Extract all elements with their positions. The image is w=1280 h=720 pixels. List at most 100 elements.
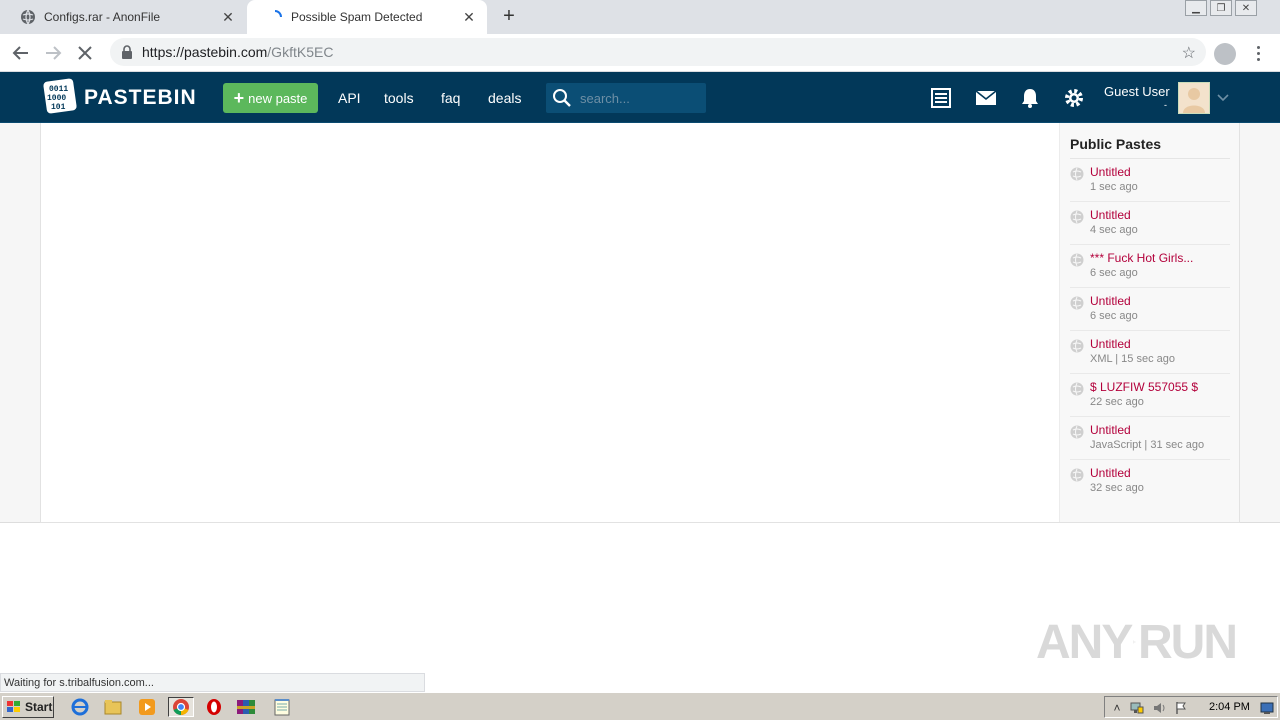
chevron-down-icon[interactable]	[1216, 90, 1230, 104]
watermark-right: RUN	[1138, 615, 1238, 669]
list-item: Untitled 6 sec ago	[1070, 288, 1230, 331]
anyrun-watermark: ANY RUN	[1036, 612, 1238, 672]
paste-meta: 1 sec ago	[1090, 181, 1138, 193]
file-explorer-icon[interactable]	[103, 697, 123, 717]
start-button[interactable]: Start	[2, 696, 54, 718]
notepad-icon[interactable]	[272, 697, 292, 717]
tray-expand-icon[interactable]: ˄	[1109, 700, 1125, 716]
url-text: https://pastebin.com/GkftK5EC	[142, 44, 333, 60]
opera-icon[interactable]	[204, 697, 224, 717]
bookmark-star-icon[interactable]: ☆	[1182, 43, 1196, 63]
globe-icon	[1070, 339, 1084, 353]
pastebin-header: 0011 1000 101 PASTEBIN + new paste API t…	[0, 72, 1280, 123]
tab-configs-rar[interactable]: Configs.rar - AnonFile ✕	[0, 0, 246, 34]
list-item: Untitled 1 sec ago	[1070, 159, 1230, 202]
paste-meta: 6 sec ago	[1090, 310, 1138, 322]
paste-meta: 32 sec ago	[1090, 482, 1144, 494]
back-arrow-icon[interactable]	[10, 42, 32, 64]
close-tab-icon[interactable]: ✕	[220, 9, 236, 25]
forward-arrow-icon[interactable]	[42, 42, 64, 64]
stop-loading-icon[interactable]	[74, 42, 96, 64]
search-input[interactable]	[580, 90, 690, 106]
url-path: /GkftK5EC	[267, 44, 334, 60]
guest-user-name[interactable]: Guest User	[1104, 84, 1170, 99]
paste-title-link[interactable]: *** Fuck Hot Girls...	[1090, 251, 1193, 265]
public-pastes-sidebar: Public Pastes Untitled 1 sec ago Untitle…	[1059, 123, 1239, 522]
new-paste-label: new paste	[248, 90, 308, 106]
lock-icon	[120, 45, 134, 59]
globe-icon	[1070, 425, 1084, 439]
guest-user-sub: -	[1164, 100, 1167, 110]
list-item: Untitled 32 sec ago	[1070, 460, 1230, 503]
tab-possible-spam[interactable]: Possible Spam Detected ✕	[247, 0, 487, 34]
action-center-flag-icon[interactable]	[1173, 700, 1189, 716]
system-tray: ˄ 2:04 PM	[1104, 696, 1278, 718]
globe-icon	[1070, 382, 1084, 396]
list-item: Untitled XML | 15 sec ago	[1070, 331, 1230, 374]
volume-icon[interactable]	[1151, 700, 1167, 716]
globe-icon	[1070, 296, 1084, 310]
paste-title-link[interactable]: Untitled	[1090, 423, 1131, 437]
globe-icon	[20, 9, 36, 25]
browser-toolbar: https://pastebin.com/GkftK5EC ☆	[0, 34, 1280, 72]
plus-icon: +	[233, 88, 245, 108]
windows-logo-icon	[7, 701, 20, 712]
svg-text:0011: 0011	[49, 85, 68, 94]
close-tab-icon[interactable]: ✕	[461, 9, 477, 25]
paste-title-link[interactable]: Untitled	[1090, 294, 1131, 308]
nav-faq[interactable]: faq	[441, 90, 460, 106]
globe-icon	[1070, 468, 1084, 482]
minimize-icon[interactable]: ▁	[1185, 0, 1207, 16]
browser-status-bubble: Waiting for s.tribalfusion.com...	[0, 673, 425, 692]
svg-text:1000: 1000	[47, 94, 66, 103]
nav-tools[interactable]: tools	[384, 90, 414, 106]
close-window-icon[interactable]: ✕	[1235, 0, 1257, 16]
nav-api[interactable]: API	[338, 90, 361, 106]
notification-bell-icon[interactable]	[1018, 86, 1042, 110]
paste-meta: 4 sec ago	[1090, 224, 1138, 236]
paste-title-link[interactable]: Untitled	[1090, 208, 1131, 222]
sidebar-title: Public Pastes	[1070, 136, 1162, 152]
watermark-left: ANY	[1036, 615, 1133, 669]
browser-tab-strip: Configs.rar - AnonFile ✕ Possible Spam D…	[0, 0, 1280, 34]
show-desktop-icon[interactable]	[1259, 700, 1275, 716]
restore-icon[interactable]: ❐	[1210, 0, 1232, 16]
chrome-icon[interactable]	[168, 697, 194, 717]
window-controls: ▁ ❐ ✕	[1182, 0, 1257, 18]
pastebin-logo-icon[interactable]: 0011 1000 101	[42, 77, 78, 115]
search-box	[546, 83, 706, 113]
network-icon[interactable]	[1129, 700, 1145, 716]
url-host: https://pastebin.com	[142, 44, 268, 60]
play-logo-icon	[1133, 640, 1136, 644]
brand-name[interactable]: PASTEBIN	[84, 86, 197, 110]
paste-meta: XML | 15 sec ago	[1090, 353, 1175, 365]
new-paste-button[interactable]: + new paste	[223, 83, 318, 113]
svg-text:101: 101	[51, 103, 66, 112]
list-item: *** Fuck Hot Girls... 6 sec ago	[1070, 245, 1230, 288]
search-icon[interactable]	[552, 88, 572, 108]
tab-title: Possible Spam Detected	[291, 10, 423, 24]
profile-avatar-icon[interactable]	[1214, 43, 1236, 65]
paste-title-link[interactable]: $ LUZFIW 557055 $	[1090, 380, 1198, 394]
taskbar-clock[interactable]: 2:04 PM	[1209, 701, 1250, 713]
new-tab-button[interactable]: +	[498, 6, 520, 28]
my-pastes-list-icon[interactable]	[929, 86, 953, 110]
internet-explorer-icon[interactable]	[70, 697, 90, 717]
paste-title-link[interactable]: Untitled	[1090, 165, 1131, 179]
user-avatar[interactable]	[1178, 82, 1210, 114]
browser-menu-icon[interactable]	[1252, 42, 1264, 64]
list-item: Untitled 4 sec ago	[1070, 202, 1230, 245]
winrar-icon[interactable]	[236, 697, 256, 717]
address-bar[interactable]: https://pastebin.com/GkftK5EC ☆	[110, 38, 1206, 66]
media-player-icon[interactable]	[137, 697, 157, 717]
list-item: $ LUZFIW 557055 $ 22 sec ago	[1070, 374, 1230, 417]
paste-meta: 22 sec ago	[1090, 396, 1144, 408]
mail-envelope-icon[interactable]	[974, 86, 998, 110]
paste-title-link[interactable]: Untitled	[1090, 337, 1131, 351]
nav-deals[interactable]: deals	[488, 90, 521, 106]
settings-gear-icon[interactable]	[1062, 86, 1086, 110]
paste-meta: JavaScript | 31 sec ago	[1090, 439, 1205, 451]
paste-title-link[interactable]: Untitled	[1090, 466, 1131, 480]
tab-title: Configs.rar - AnonFile	[44, 10, 161, 24]
paste-meta: 6 sec ago	[1090, 267, 1138, 279]
